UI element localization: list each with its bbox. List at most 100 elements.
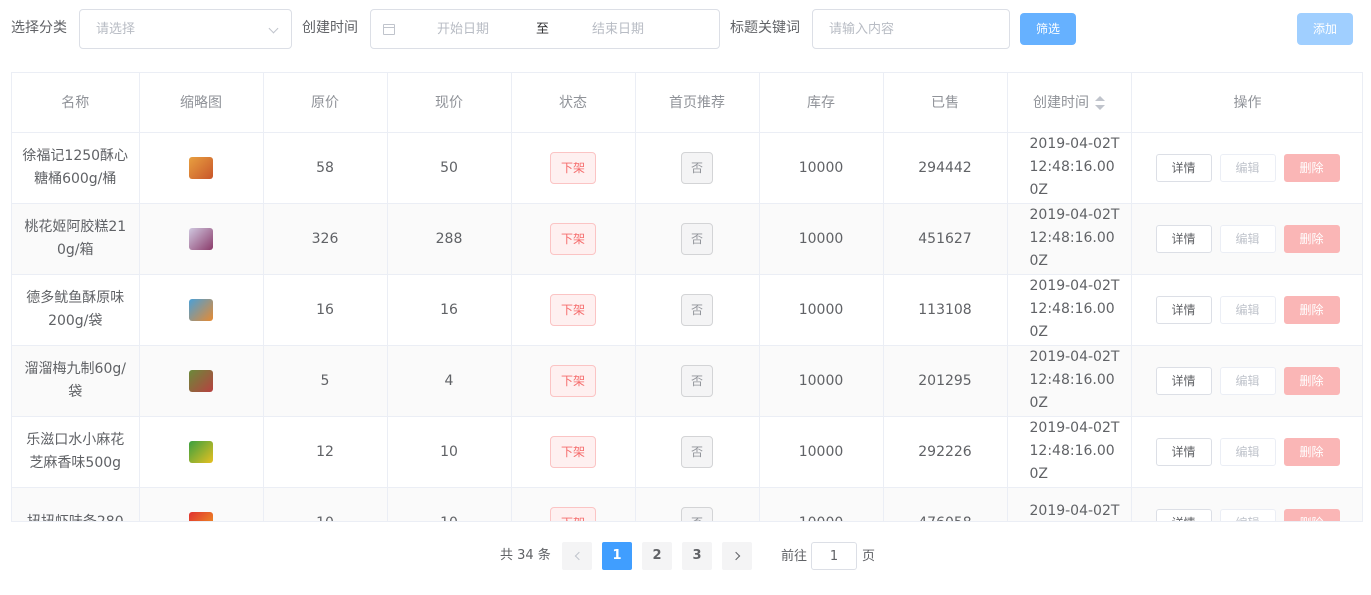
sold: 292226: [883, 416, 1008, 488]
detail-button[interactable]: 详情: [1155, 295, 1212, 324]
prev-page-button[interactable]: [562, 542, 592, 570]
original-price: 16: [263, 274, 388, 346]
product-name: 溜溜梅九制60g/袋: [12, 345, 140, 417]
sort-caret-icon[interactable]: [1095, 96, 1105, 111]
status-badge: 下架: [549, 222, 596, 255]
product-thumbnail: [189, 227, 213, 250]
edit-button[interactable]: 编辑: [1219, 437, 1276, 466]
actions-cell: 详情编辑删除: [1131, 416, 1362, 488]
delete-button[interactable]: 删除: [1283, 437, 1340, 466]
edit-button[interactable]: 编辑: [1219, 153, 1276, 182]
table-header: 名称 缩略图 原价 现价 状态 首页推荐 库存 已售 创建时间 操作: [12, 73, 1362, 133]
recommend-cell: 否: [635, 203, 760, 275]
recommend-cell: 否: [635, 274, 760, 346]
category-label: 选择分类: [11, 20, 67, 36]
edit-button[interactable]: 编辑: [1219, 224, 1276, 253]
col-recommend: 首页推荐: [635, 73, 760, 133]
detail-button[interactable]: 详情: [1155, 366, 1212, 395]
filter-bar: 选择分类 请选择 创建时间 开始日期 至 结束日期 标题关键词 请输入内容 筛选…: [0, 0, 1371, 58]
col-current-price: 现价: [387, 73, 512, 133]
calendar-icon: [383, 24, 395, 35]
start-date-input[interactable]: 开始日期: [437, 21, 489, 39]
col-status: 状态: [511, 73, 636, 133]
table-row: 德多鱿鱼酥原味200g/袋 16 16 下架 否 10000 113108 2019-04-0…: [12, 274, 1362, 346]
category-placeholder: 请选择: [96, 22, 136, 37]
keyword-label: 标题关键词: [730, 20, 800, 36]
delete-button[interactable]: 删除: [1283, 224, 1340, 253]
stock: 10000: [759, 274, 884, 346]
detail-button[interactable]: 详情: [1155, 437, 1212, 466]
product-name: 桃花姬阿胶糕210g/箱: [12, 203, 140, 275]
recommend-badge: 否: [680, 435, 713, 468]
recommend-badge: 否: [680, 293, 713, 326]
table-row: 溜溜梅九制60g/袋 5 4 下架 否 10000 201295 2019-04-02T12:…: [12, 345, 1362, 417]
current-price: 4: [387, 345, 512, 417]
pagination: 共 34 条 1 2 3 前往 页: [0, 541, 1371, 571]
status-badge: 下架: [549, 293, 596, 326]
delete-button[interactable]: 删除: [1283, 508, 1340, 521]
original-price: 58: [263, 132, 388, 204]
thumbnail-cell: [139, 487, 264, 521]
status-badge: 下架: [549, 506, 596, 521]
delete-button[interactable]: 删除: [1283, 295, 1340, 324]
date-range-picker[interactable]: 开始日期 至 结束日期: [370, 9, 720, 49]
original-price: 5: [263, 345, 388, 417]
original-price: 10: [263, 487, 388, 521]
edit-button[interactable]: 编辑: [1219, 508, 1276, 521]
chevron-right-icon: [731, 551, 740, 560]
detail-button[interactable]: 详情: [1155, 508, 1212, 521]
thumbnail-cell: [139, 416, 264, 488]
product-name: 徐福记1250酥心糖桶600g/桶: [12, 132, 140, 204]
actions-cell: 详情编辑删除: [1131, 203, 1362, 275]
add-button[interactable]: 添加: [1297, 13, 1353, 45]
edit-button[interactable]: 编辑: [1219, 295, 1276, 324]
end-date-input[interactable]: 结束日期: [592, 21, 644, 39]
product-name: 乐滋口水小麻花芝麻香味500g: [12, 416, 140, 488]
detail-button[interactable]: 详情: [1155, 153, 1212, 182]
current-price: 288: [387, 203, 512, 275]
thumbnail-cell: [139, 132, 264, 204]
filter-button[interactable]: 筛选: [1020, 13, 1076, 45]
page-3-button[interactable]: 3: [682, 542, 712, 570]
table-row: 徐福记1250酥心糖桶600g/桶 58 50 下架 否 10000 294442 2019-…: [12, 132, 1362, 204]
product-table: 名称 缩略图 原价 现价 状态 首页推荐 库存 已售 创建时间 操作 徐福记12…: [11, 72, 1363, 522]
keyword-input[interactable]: 请输入内容: [812, 9, 1010, 49]
status-cell: 下架: [511, 416, 636, 488]
delete-button[interactable]: 删除: [1283, 366, 1340, 395]
product-thumbnail: [189, 156, 213, 179]
col-created-time[interactable]: 创建时间: [1007, 73, 1132, 133]
product-thumbnail: [189, 298, 213, 321]
recommend-cell: 否: [635, 416, 760, 488]
table-row: 桃花姬阿胶糕210g/箱 326 288 下架 否 10000 451627 2019-04-…: [12, 203, 1362, 275]
total-count: 共 34 条: [500, 548, 551, 563]
delete-button[interactable]: 删除: [1283, 153, 1340, 182]
next-page-button[interactable]: [722, 542, 752, 570]
goto-page-input[interactable]: [811, 542, 857, 570]
category-select[interactable]: 请选择: [79, 9, 292, 49]
original-price: 12: [263, 416, 388, 488]
product-thumbnail: [189, 369, 213, 392]
actions-cell: 详情编辑删除: [1131, 132, 1362, 204]
current-price: 10: [387, 487, 512, 521]
status-badge: 下架: [549, 151, 596, 184]
page-1-button[interactable]: 1: [602, 542, 632, 570]
created-time: 2019-04-02T12:48:16.000Z: [1007, 132, 1132, 204]
col-sold: 已售: [883, 73, 1008, 133]
created-time: 2019-04-02T12:48:16.000Z: [1007, 416, 1132, 488]
sold: 294442: [883, 132, 1008, 204]
page-2-button[interactable]: 2: [642, 542, 672, 570]
col-thumbnail: 缩略图: [139, 73, 264, 133]
actions-cell: 详情编辑删除: [1131, 487, 1362, 521]
col-actions: 操作: [1131, 73, 1362, 133]
thumbnail-cell: [139, 203, 264, 275]
sold: 113108: [883, 274, 1008, 346]
detail-button[interactable]: 详情: [1155, 224, 1212, 253]
edit-button[interactable]: 编辑: [1219, 366, 1276, 395]
recommend-badge: 否: [680, 151, 713, 184]
goto-prefix: 前往: [781, 549, 808, 564]
stock: 10000: [759, 203, 884, 275]
stock: 10000: [759, 487, 884, 521]
status-cell: 下架: [511, 487, 636, 521]
stock: 10000: [759, 416, 884, 488]
created-time: 2019-04-02T12:48:16.000Z: [1007, 274, 1132, 346]
